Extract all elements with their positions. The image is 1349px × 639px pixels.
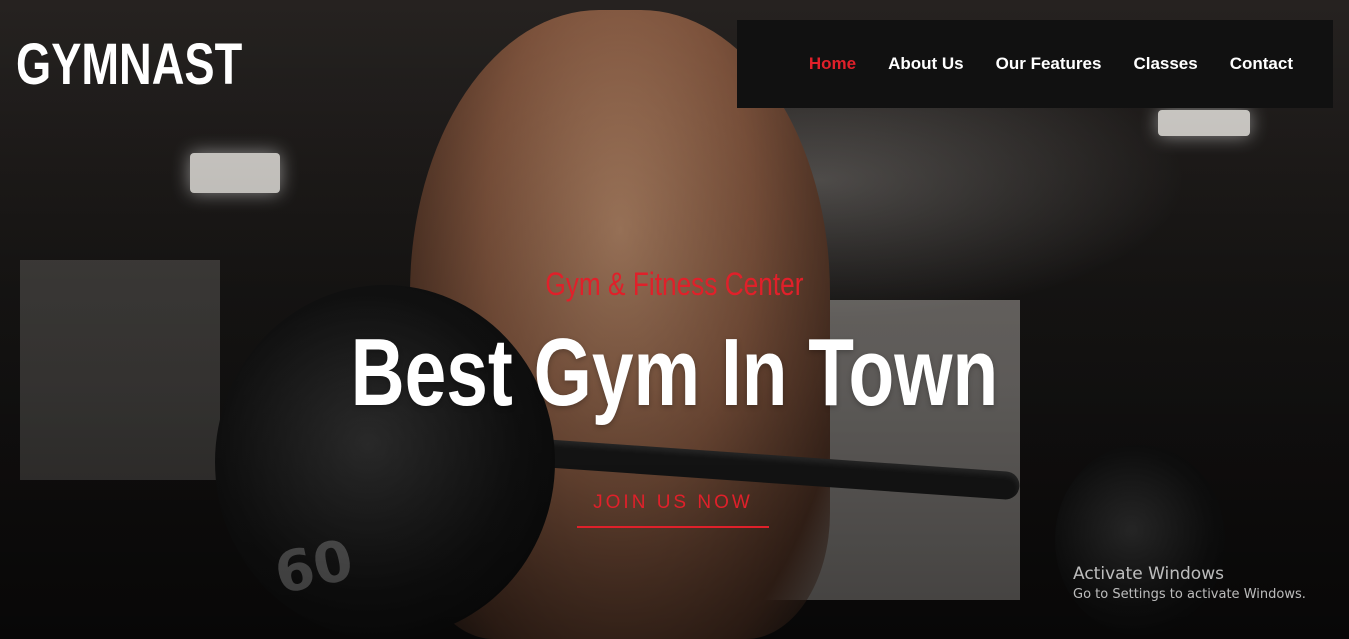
nav-item-home[interactable]: Home xyxy=(809,54,856,74)
main-navbar: Home About Us Our Features Classes Conta… xyxy=(737,20,1333,108)
windows-activation-watermark: Activate Windows Go to Settings to activ… xyxy=(1073,563,1306,605)
watermark-subtitle: Go to Settings to activate Windows. xyxy=(1073,587,1306,602)
hero-headline: Best Gym In Town xyxy=(350,319,999,426)
nav-item-classes[interactable]: Classes xyxy=(1133,54,1197,74)
join-us-now-button[interactable]: JOIN US NOW xyxy=(577,480,769,528)
hero-section: 60 GYMNAST Home About Us Our Features Cl… xyxy=(0,0,1349,639)
site-logo[interactable]: GYMNAST xyxy=(16,30,242,100)
hero-subtitle: Gym & Fitness Center xyxy=(545,266,804,302)
watermark-title: Activate Windows xyxy=(1073,564,1224,584)
nav-item-contact[interactable]: Contact xyxy=(1230,54,1293,74)
nav-item-about-us[interactable]: About Us xyxy=(888,54,964,74)
nav-item-our-features[interactable]: Our Features xyxy=(996,54,1102,74)
